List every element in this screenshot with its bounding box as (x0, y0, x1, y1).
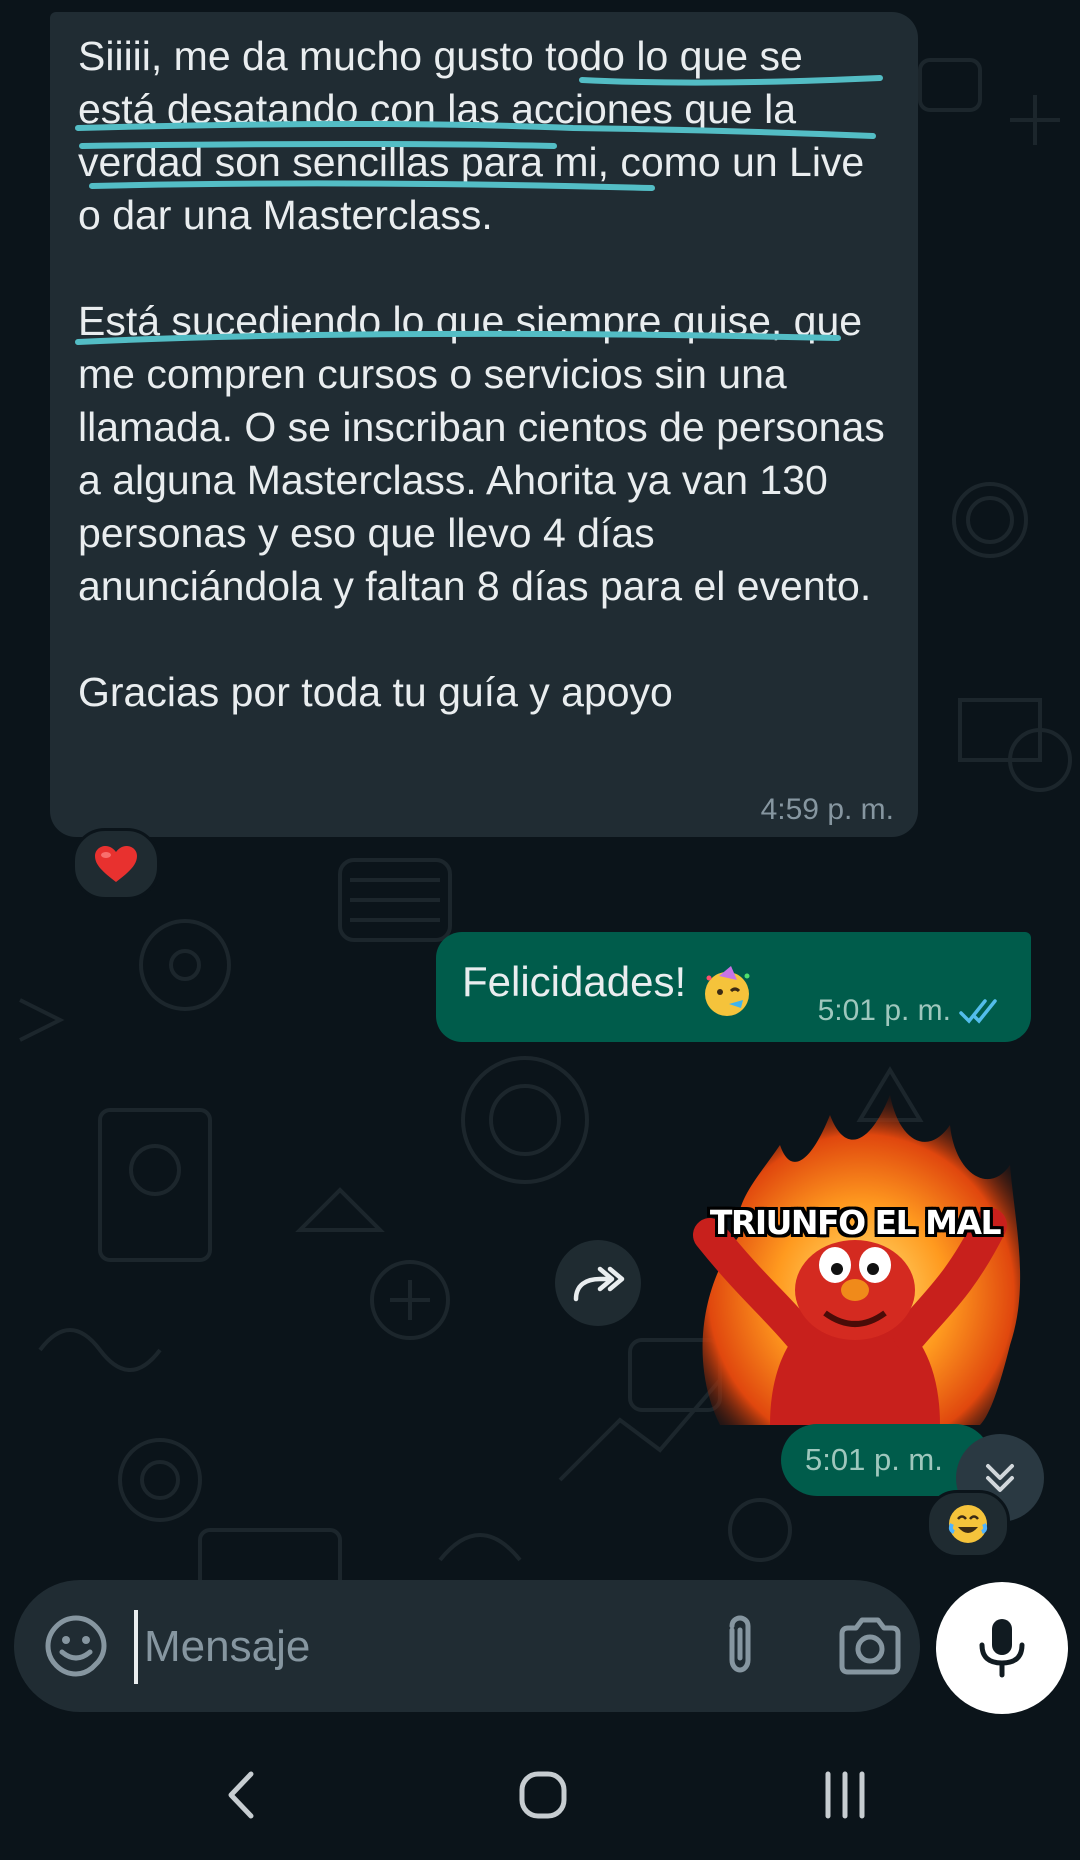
camera-icon[interactable] (834, 1612, 906, 1680)
home-icon (519, 1771, 567, 1819)
forward-button[interactable] (555, 1240, 641, 1326)
outgoing-message-bubble[interactable]: Felicidades! 5:01 p. m. (436, 932, 1031, 1042)
elmo-fire-sticker[interactable] (680, 1085, 1030, 1425)
laugh-reaction[interactable] (926, 1490, 1010, 1558)
system-navigation-bar (0, 1720, 1080, 1860)
forward-icon (573, 1266, 625, 1302)
message-input[interactable] (134, 1610, 686, 1684)
sticker-caption: TRIUNFO EL MAL (709, 1203, 1002, 1242)
message-timestamp: 4:59 p. m. (760, 793, 894, 826)
message-paragraph-2: Está sucediendo lo que siempre quise, qu… (78, 298, 885, 609)
nav-back-button[interactable] (196, 1760, 286, 1830)
message-composer (14, 1580, 920, 1712)
mic-icon (979, 1619, 1025, 1678)
attach-icon[interactable] (706, 1612, 774, 1680)
read-double-check-icon (959, 999, 997, 1024)
message-paragraph-3: Gracias por toda tu guía y apoyo (78, 669, 673, 715)
recents-icon (825, 1771, 865, 1819)
emoji-icon[interactable] (42, 1612, 110, 1680)
outgoing-message-text: Felicidades! (462, 958, 687, 1005)
message-paragraph-1: Siiiii, me da mucho gusto todo lo que se… (78, 33, 865, 238)
partying-face-icon (704, 965, 750, 1016)
heart-reaction[interactable] (72, 828, 160, 900)
nav-recents-button[interactable] (800, 1760, 890, 1830)
face-with-tears-of-joy-icon (948, 1505, 988, 1543)
outgoing-message-meta: 5:01 p. m. (818, 994, 1005, 1028)
outgoing-message-timestamp: 5:01 p. m. (817, 994, 951, 1027)
heart-icon (95, 846, 137, 882)
incoming-message-bubble[interactable]: Siiiii, me da mucho gusto todo lo que se… (50, 12, 918, 837)
back-icon (228, 1771, 254, 1819)
voice-record-button[interactable] (936, 1582, 1068, 1714)
nav-home-button[interactable] (498, 1760, 588, 1830)
